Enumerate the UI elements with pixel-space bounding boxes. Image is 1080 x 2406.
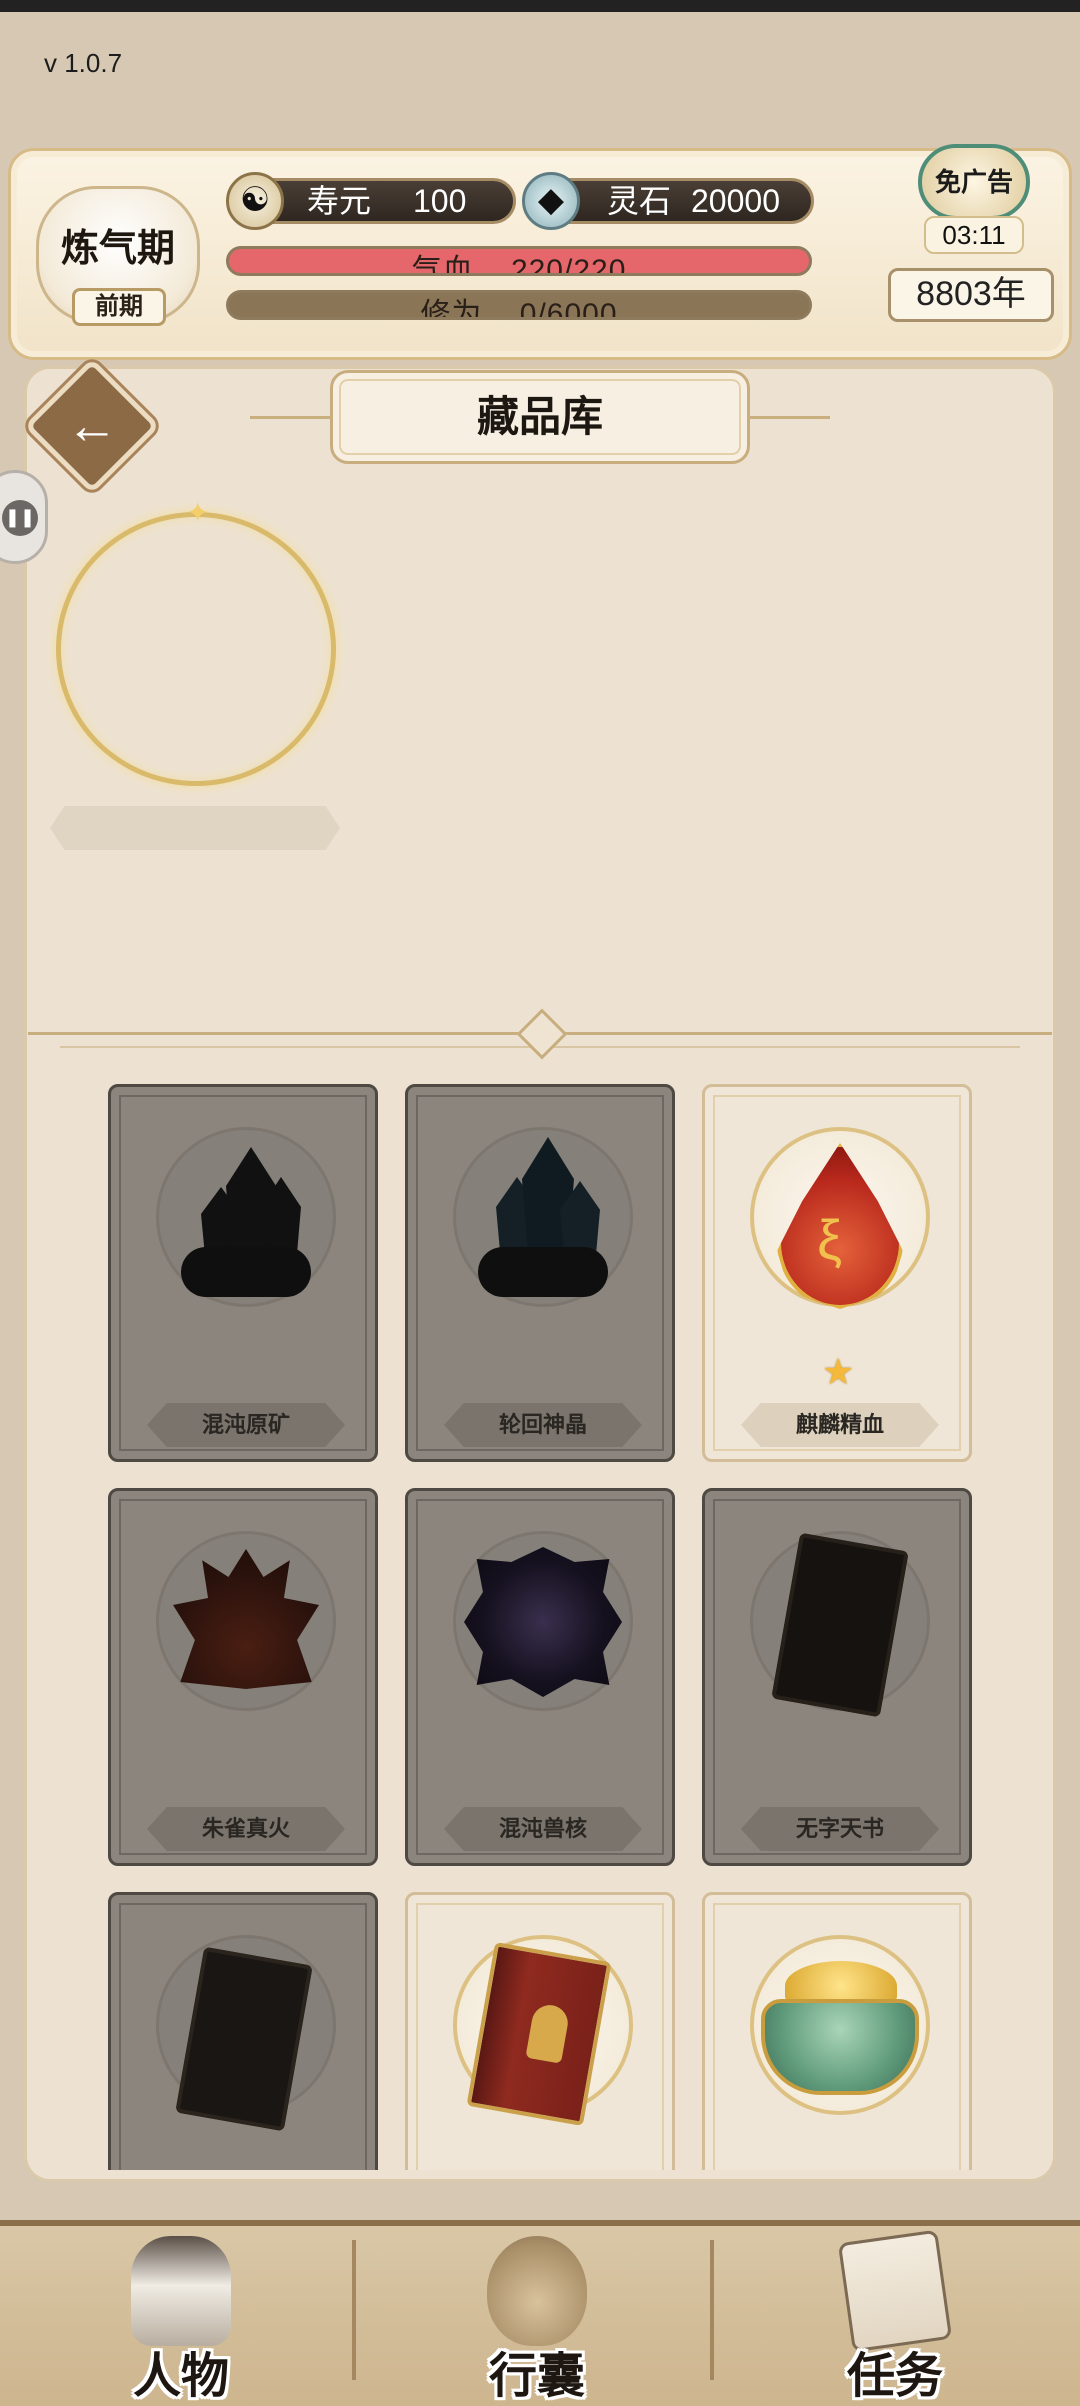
nav-character[interactable]: 人物: [56, 2228, 306, 2404]
black-crystal-icon: [181, 1147, 311, 1297]
card-label: 混沌原矿: [147, 1403, 345, 1447]
character-icon: [131, 2236, 231, 2346]
vortex-core-icon: [464, 1547, 622, 1697]
spirit-stone-label: 灵石: [607, 183, 672, 219]
collection-card[interactable]: 轮回神晶: [405, 1084, 675, 1462]
sparkle-icon: ✦: [186, 497, 210, 528]
nav-bag[interactable]: 行囊: [412, 2228, 662, 2404]
card-label: 轮回神晶: [444, 1403, 642, 1447]
nav-character-label: 人物: [132, 2348, 229, 2404]
bag-icon: [487, 2236, 587, 2346]
nav-tasks-label: 任务: [846, 2348, 943, 2404]
collection-card[interactable]: [108, 1892, 378, 2170]
card-label: 混沌兽核: [444, 1807, 642, 1851]
treasure-pot-icon: [761, 1999, 919, 2095]
cultivation-bar-text: 修为 0/6000: [229, 293, 809, 320]
spirit-stone-value: 20000: [691, 183, 780, 219]
remove-ads-button[interactable]: 免广告: [918, 144, 1030, 220]
cultivation-bar: 修为 0/6000: [226, 290, 812, 320]
lifespan-label: 寿元: [307, 183, 372, 219]
collection-card[interactable]: 无字天书: [702, 1488, 972, 1866]
collection-grid: 混沌原矿 轮回神晶 ξ ★ 麒麟精血 朱雀真火 混沌兽核 无字天书: [24, 1070, 1056, 2170]
lifespan-value: 100: [413, 183, 467, 219]
card-label: 麒麟精血: [741, 1403, 939, 1447]
status-strip: [0, 0, 1080, 12]
arrow-left-icon[interactable]: ←: [48, 382, 136, 470]
crystal-icon: ◆: [522, 172, 580, 230]
yin-yang-icon: ☯: [226, 172, 284, 230]
selected-item-ring: [56, 512, 336, 786]
cultivation-value: 0/6000: [519, 298, 618, 320]
realm-name: 炼气期: [60, 225, 175, 270]
title-ornament-left: [250, 416, 330, 419]
ad-timer: 03:11: [924, 216, 1024, 254]
collection-card[interactable]: [702, 1892, 972, 2170]
selected-item-name-banner: [50, 806, 340, 850]
hp-bar-text: 气血 220/220: [229, 249, 809, 276]
collection-card[interactable]: 朱雀真火: [108, 1488, 378, 1866]
card-label: 无字天书: [741, 1807, 939, 1851]
scroll-icon: [837, 2229, 953, 2353]
year-display: 8803年: [888, 268, 1054, 322]
star-icon: ★: [822, 1351, 855, 1392]
nav-separator: [352, 2240, 356, 2380]
collection-card[interactable]: [405, 1892, 675, 2170]
cultivation-label: 修为: [420, 298, 483, 320]
page-title: 藏品库: [330, 370, 750, 464]
collection-card[interactable]: 混沌兽核: [405, 1488, 675, 1866]
collection-card[interactable]: 混沌原矿: [108, 1084, 378, 1462]
collection-card[interactable]: ξ ★ 麒麟精血: [702, 1084, 972, 1462]
hp-label: 气血: [411, 254, 474, 276]
version-label: v 1.0.7: [44, 48, 123, 78]
black-crystal-icon: [478, 1137, 608, 1297]
nav-tasks[interactable]: 任务: [770, 2228, 1020, 2404]
card-label: 朱雀真火: [147, 1807, 345, 1851]
hp-value: 220/220: [510, 254, 627, 276]
nav-separator: [710, 2240, 714, 2380]
nav-bag-label: 行囊: [488, 2348, 585, 2404]
title-ornament-right: [750, 416, 830, 419]
pause-icon[interactable]: ❚❚: [2, 500, 38, 536]
hp-bar: 气血 220/220: [226, 246, 812, 276]
realm-stage: 前期: [72, 288, 166, 326]
dragon-emblem-icon: ξ: [817, 1208, 843, 1271]
